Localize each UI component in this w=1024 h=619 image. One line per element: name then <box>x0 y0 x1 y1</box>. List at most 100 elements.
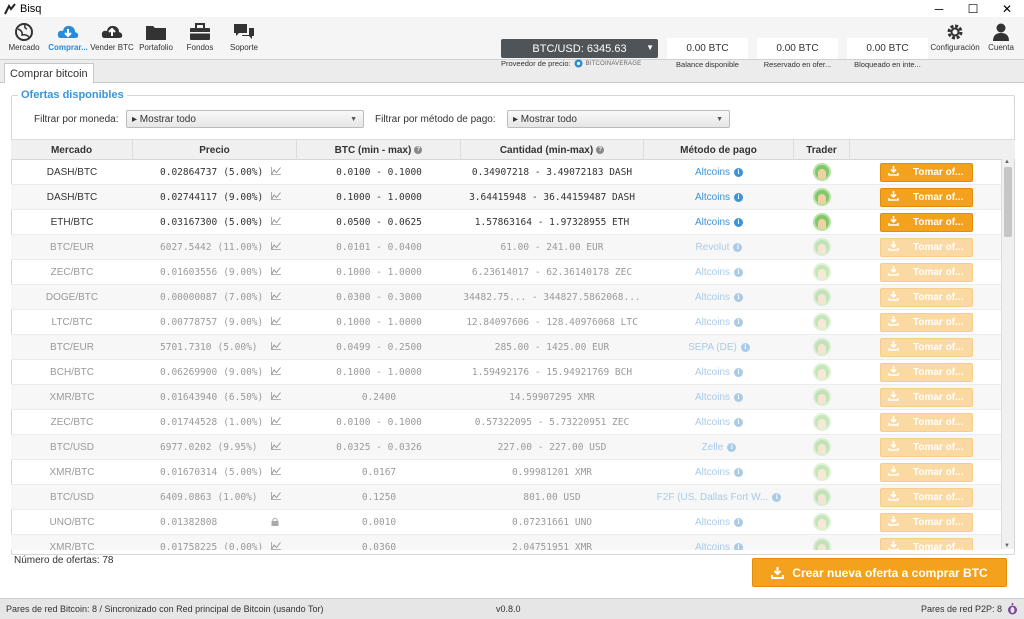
take-offer-button[interactable]: Tomar of... <box>880 362 973 382</box>
take-offer-button[interactable]: Tomar of... <box>880 287 973 307</box>
row-trader[interactable] <box>794 510 850 534</box>
row-trader[interactable] <box>794 310 850 334</box>
row-trader[interactable] <box>794 435 850 459</box>
row-trader[interactable] <box>794 160 850 184</box>
trend-chart-icon[interactable] <box>271 167 281 178</box>
trend-chart-icon[interactable] <box>271 242 281 253</box>
row-payment-method[interactable]: Zelle i <box>644 435 794 459</box>
take-offer-button[interactable]: Tomar of... <box>880 187 973 207</box>
take-offer-button[interactable]: Tomar of... <box>880 487 973 507</box>
row-payment-method[interactable]: Altcoins i <box>644 360 794 384</box>
trend-chart-icon[interactable] <box>271 442 281 453</box>
row-payment-method[interactable]: Altcoins i <box>644 285 794 309</box>
info-icon[interactable]: i <box>734 217 743 227</box>
nav-fondos-button[interactable]: Fondos <box>178 21 222 57</box>
scroll-up-icon[interactable]: ▲ <box>1004 159 1010 165</box>
row-payment-method[interactable]: Altcoins i <box>644 310 794 334</box>
trader-avatar-icon[interactable] <box>813 538 831 550</box>
info-icon[interactable]: i <box>734 167 743 177</box>
row-trader[interactable] <box>794 485 850 509</box>
trader-avatar-icon[interactable] <box>813 188 831 206</box>
row-trader[interactable] <box>794 235 850 259</box>
nav-configuracion-button[interactable]: Configuración <box>928 21 982 57</box>
trader-avatar-icon[interactable] <box>813 363 831 381</box>
nav-comprar-button[interactable]: Comprar... <box>46 21 90 57</box>
trend-chart-icon[interactable] <box>271 542 281 550</box>
maximize-button[interactable]: ☐ <box>956 2 990 16</box>
row-payment-method[interactable]: Altcoins i <box>644 510 794 534</box>
col-btc[interactable]: BTC (min - max)? <box>297 140 461 160</box>
info-icon[interactable]: i <box>734 417 743 427</box>
nav-mercado-button[interactable]: Mercado <box>2 21 46 57</box>
create-offer-button[interactable]: Crear nueva oferta a comprar BTC <box>752 558 1007 587</box>
info-icon[interactable]: i <box>772 492 782 502</box>
trader-avatar-icon[interactable] <box>813 288 831 306</box>
take-offer-button[interactable]: Tomar of... <box>880 212 973 232</box>
trader-avatar-icon[interactable] <box>813 438 831 456</box>
trend-chart-icon[interactable] <box>271 317 281 328</box>
row-payment-method[interactable]: Altcoins i <box>644 185 794 209</box>
take-offer-button[interactable]: Tomar of... <box>880 412 973 432</box>
trend-chart-icon[interactable] <box>271 367 281 378</box>
trend-chart-icon[interactable] <box>271 492 281 503</box>
col-amount[interactable]: Cantidad (min-max)? <box>461 140 644 160</box>
row-payment-method[interactable]: Revolut i <box>644 235 794 259</box>
trader-avatar-icon[interactable] <box>813 388 831 406</box>
row-payment-method[interactable]: Altcoins i <box>644 460 794 484</box>
trader-avatar-icon[interactable] <box>813 163 831 181</box>
filter-payment-select[interactable]: ▸ Mostrar todo ▼ <box>507 110 730 128</box>
minimize-button[interactable]: ─ <box>922 2 956 16</box>
info-icon[interactable]: i <box>734 517 743 527</box>
info-icon[interactable]: i <box>734 317 743 327</box>
info-icon[interactable]: i <box>734 542 743 550</box>
close-button[interactable]: ✕ <box>990 2 1024 16</box>
trader-avatar-icon[interactable] <box>813 413 831 431</box>
info-icon[interactable]: i <box>734 267 743 277</box>
col-trader[interactable]: Trader <box>794 140 850 160</box>
row-trader[interactable] <box>794 210 850 234</box>
row-payment-method[interactable]: Altcoins i <box>644 535 794 550</box>
row-trader[interactable] <box>794 385 850 409</box>
row-trader[interactable] <box>794 410 850 434</box>
row-payment-method[interactable]: Altcoins i <box>644 210 794 234</box>
take-offer-button[interactable]: Tomar of... <box>880 512 973 532</box>
row-trader[interactable] <box>794 185 850 209</box>
trader-avatar-icon[interactable] <box>813 513 831 531</box>
take-offer-button[interactable]: Tomar of... <box>880 237 973 257</box>
trader-avatar-icon[interactable] <box>813 213 831 231</box>
info-icon[interactable]: i <box>733 242 743 252</box>
trader-avatar-icon[interactable] <box>813 488 831 506</box>
take-offer-button[interactable]: Tomar of... <box>880 537 973 550</box>
table-scrollbar[interactable]: ▲ ▼ <box>1001 159 1014 549</box>
col-market[interactable]: Mercado <box>11 140 133 160</box>
info-icon[interactable]: i <box>740 342 750 352</box>
trend-chart-icon[interactable] <box>271 342 281 353</box>
row-payment-method[interactable]: Altcoins i <box>644 410 794 434</box>
row-payment-method[interactable]: SEPA (DE) i <box>644 335 794 359</box>
row-trader[interactable] <box>794 260 850 284</box>
info-icon[interactable]: i <box>734 467 743 477</box>
nav-portafolio-button[interactable]: Portafolio <box>134 21 178 57</box>
trend-chart-icon[interactable] <box>271 467 281 478</box>
scrollbar-thumb[interactable] <box>1004 167 1012 237</box>
info-icon[interactable]: i <box>734 392 743 402</box>
col-payment[interactable]: Método de pago <box>644 140 794 160</box>
take-offer-button[interactable]: Tomar of... <box>880 312 973 332</box>
row-trader[interactable] <box>794 285 850 309</box>
info-icon[interactable]: i <box>734 192 743 202</box>
take-offer-button[interactable]: Tomar of... <box>880 462 973 482</box>
nav-vender-button[interactable]: Vender BTC <box>90 21 134 57</box>
take-offer-button[interactable]: Tomar of... <box>880 162 973 182</box>
row-trader[interactable] <box>794 360 850 384</box>
info-icon[interactable]: i <box>734 367 743 377</box>
row-payment-method[interactable]: Altcoins i <box>644 385 794 409</box>
trader-avatar-icon[interactable] <box>813 263 831 281</box>
trend-chart-icon[interactable] <box>271 192 281 203</box>
row-trader[interactable] <box>794 535 850 550</box>
nav-cuenta-button[interactable]: Cuenta <box>979 21 1023 57</box>
trader-avatar-icon[interactable] <box>813 338 831 356</box>
take-offer-button[interactable]: Tomar of... <box>880 387 973 407</box>
trader-avatar-icon[interactable] <box>813 238 831 256</box>
col-price[interactable]: Precio <box>133 140 297 160</box>
filter-currency-select[interactable]: ▸ Mostrar todo ▼ <box>126 110 364 128</box>
